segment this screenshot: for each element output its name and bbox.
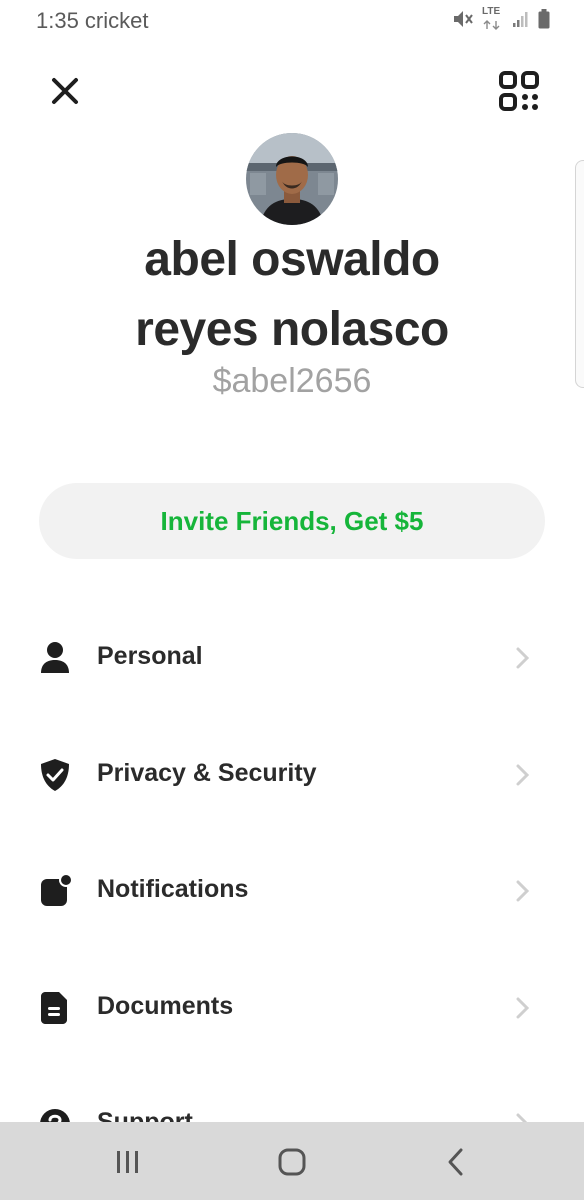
- back-icon: [448, 1148, 463, 1176]
- menu-item-label: Personal: [97, 642, 203, 670]
- chevron-right-icon: [516, 880, 530, 902]
- back-button[interactable]: [436, 1146, 476, 1178]
- invite-friends-button[interactable]: Invite Friends, Get $5: [39, 483, 545, 559]
- menu-item-label: Documents: [97, 992, 234, 1020]
- status-icons: LTE: [452, 6, 550, 30]
- invite-friends-label: Invite Friends, Get $5: [160, 505, 424, 536]
- document-icon: [41, 992, 67, 1024]
- cashtag: $abel2656: [212, 362, 372, 400]
- menu-item-label: Privacy & Security: [97, 759, 317, 787]
- notification-icon: [41, 873, 72, 906]
- signal-icon: [513, 12, 528, 27]
- close-button[interactable]: [48, 74, 82, 108]
- recent-apps-button[interactable]: [108, 1146, 148, 1178]
- qr-code-button[interactable]: [498, 70, 540, 112]
- status-bar: 1:35 cricket LTE: [0, 0, 584, 42]
- mute-icon: [454, 11, 473, 27]
- menu-item-notifications[interactable]: Notifications: [0, 851, 584, 931]
- menu-item-privacy-security[interactable]: Privacy & Security: [0, 735, 584, 815]
- chevron-right-icon: [516, 997, 530, 1019]
- menu-item-personal[interactable]: Personal: [0, 618, 584, 698]
- network-label: LTE: [482, 6, 501, 17]
- status-time-carrier: 1:35 cricket: [36, 8, 149, 33]
- home-icon: [278, 1148, 306, 1176]
- battery-icon: [538, 9, 550, 29]
- lte-icon: LTE: [482, 6, 504, 30]
- profile-name-line2: reyes nolasco: [135, 303, 449, 356]
- close-icon: [52, 78, 78, 104]
- recent-apps-icon: [117, 1151, 138, 1173]
- menu-item-label: Notifications: [97, 875, 249, 903]
- person-icon: [41, 642, 69, 673]
- qr-code-icon: [499, 71, 539, 111]
- profile-name-line1: abel oswaldo: [144, 233, 440, 286]
- shield-check-icon: [41, 759, 69, 791]
- home-button[interactable]: [272, 1146, 312, 1178]
- avatar[interactable]: [246, 133, 338, 225]
- chevron-right-icon: [516, 764, 530, 786]
- menu-item-documents[interactable]: Documents: [0, 968, 584, 1048]
- chevron-right-icon: [516, 647, 530, 669]
- system-nav-bar: [0, 1122, 584, 1200]
